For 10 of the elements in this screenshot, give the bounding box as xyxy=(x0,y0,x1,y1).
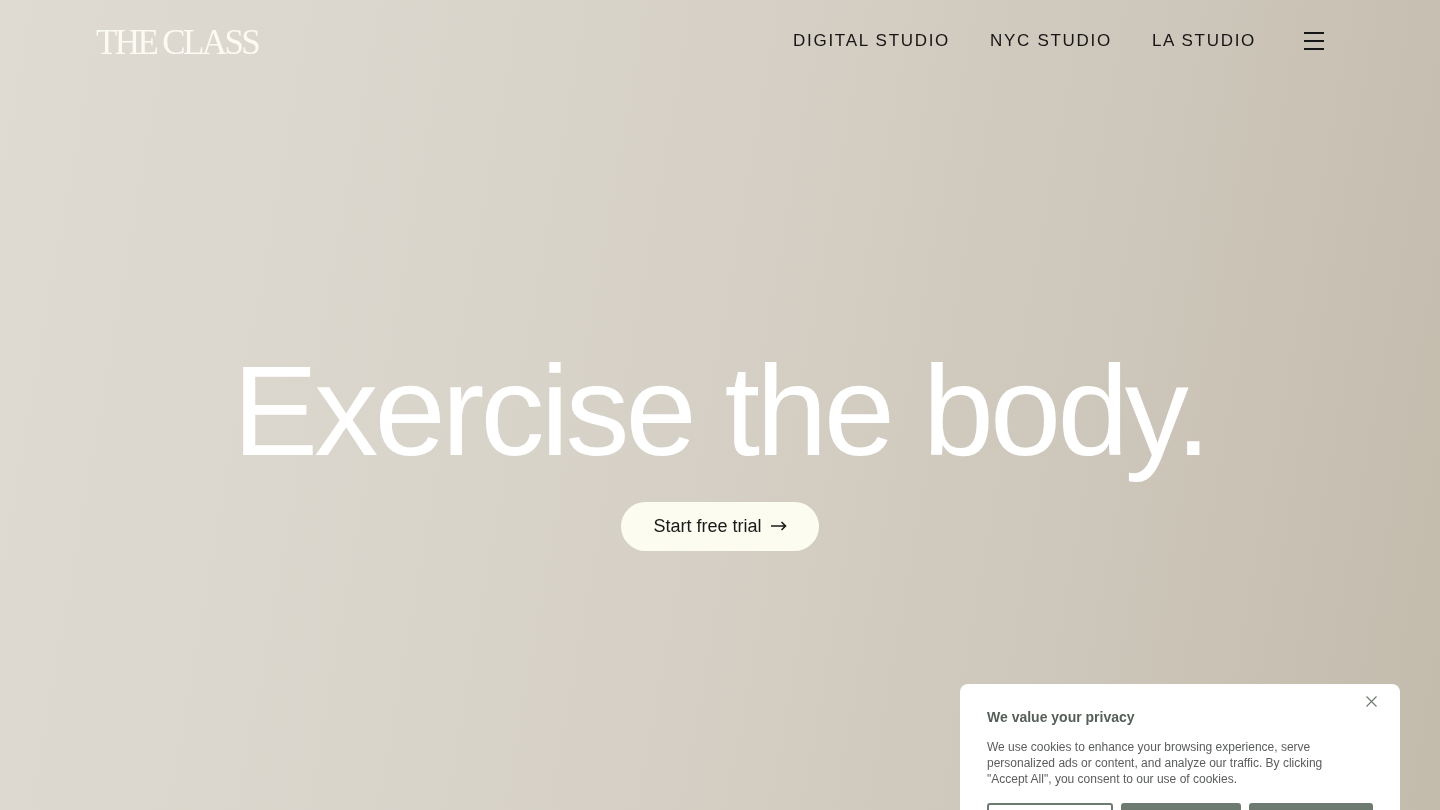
nav-link[interactable]: NYC STUDIO xyxy=(990,28,1112,54)
menu-icon[interactable] xyxy=(1304,32,1324,50)
arrow-right-icon xyxy=(770,521,787,532)
start-trial-button[interactable]: Start free trial xyxy=(621,501,819,551)
close-icon[interactable] xyxy=(1366,696,1377,707)
nav-link[interactable]: DIGITAL STUDIO xyxy=(793,28,951,54)
cookie-text: We use cookies to enhance your browsing experience, serve personalized ads or content, and analyze our traffic. By clicking "Accept All", you consent to our use of cookies. xyxy=(987,739,1324,787)
cookie-title: We value your privacy xyxy=(987,709,1136,725)
hero-headline: Exercise the body. xyxy=(231,338,1209,484)
nav-link[interactable]: LA STUDIO xyxy=(1151,28,1256,54)
